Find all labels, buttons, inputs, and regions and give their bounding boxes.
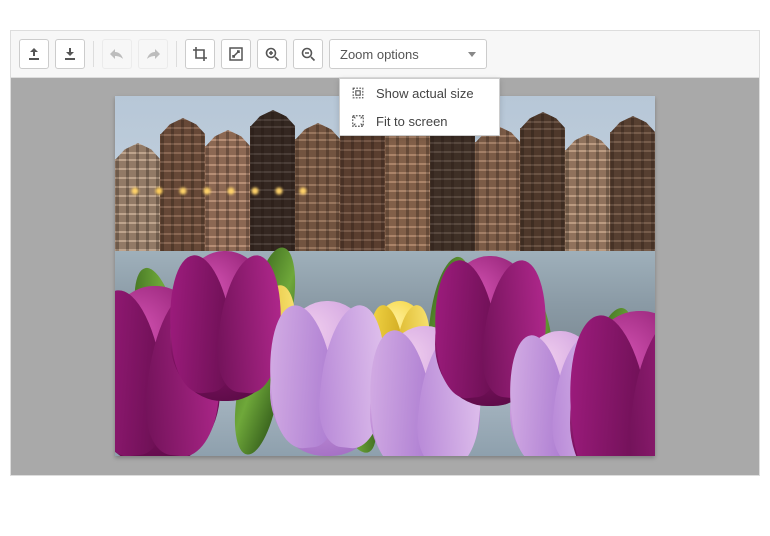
fit-screen-icon [350,113,366,129]
crop-icon [192,46,208,62]
zoom-in-icon [264,46,280,62]
upload-icon [26,46,42,62]
menu-item-label: Show actual size [376,86,474,101]
actual-size-icon [350,85,366,101]
resize-button[interactable] [221,39,251,69]
crop-button[interactable] [185,39,215,69]
image-tulips [115,231,655,456]
separator [93,41,94,67]
zoom-in-button[interactable] [257,39,287,69]
zoom-out-button[interactable] [293,39,323,69]
undo-button[interactable] [102,39,132,69]
download-icon [62,46,78,62]
toolbar: Zoom options Show actual size Fit to scr… [11,31,759,78]
menu-item-actual-size[interactable]: Show actual size [340,79,499,107]
chevron-down-icon [468,52,476,57]
redo-button[interactable] [138,39,168,69]
menu-item-label: Fit to screen [376,114,448,129]
image-lights [123,184,323,198]
download-button[interactable] [55,39,85,69]
zoom-options-label: Zoom options [340,47,419,62]
image-preview[interactable] [115,96,655,456]
zoom-out-icon [300,46,316,62]
redo-icon [145,46,161,62]
undo-icon [109,46,125,62]
separator [176,41,177,67]
upload-button[interactable] [19,39,49,69]
resize-icon [228,46,244,62]
zoom-options-dropdown[interactable]: Zoom options [329,39,487,69]
canvas-area [11,78,759,475]
zoom-options-menu: Show actual size Fit to screen [339,78,500,136]
menu-item-fit-screen[interactable]: Fit to screen [340,107,499,135]
image-editor: Zoom options Show actual size Fit to scr… [10,30,760,476]
